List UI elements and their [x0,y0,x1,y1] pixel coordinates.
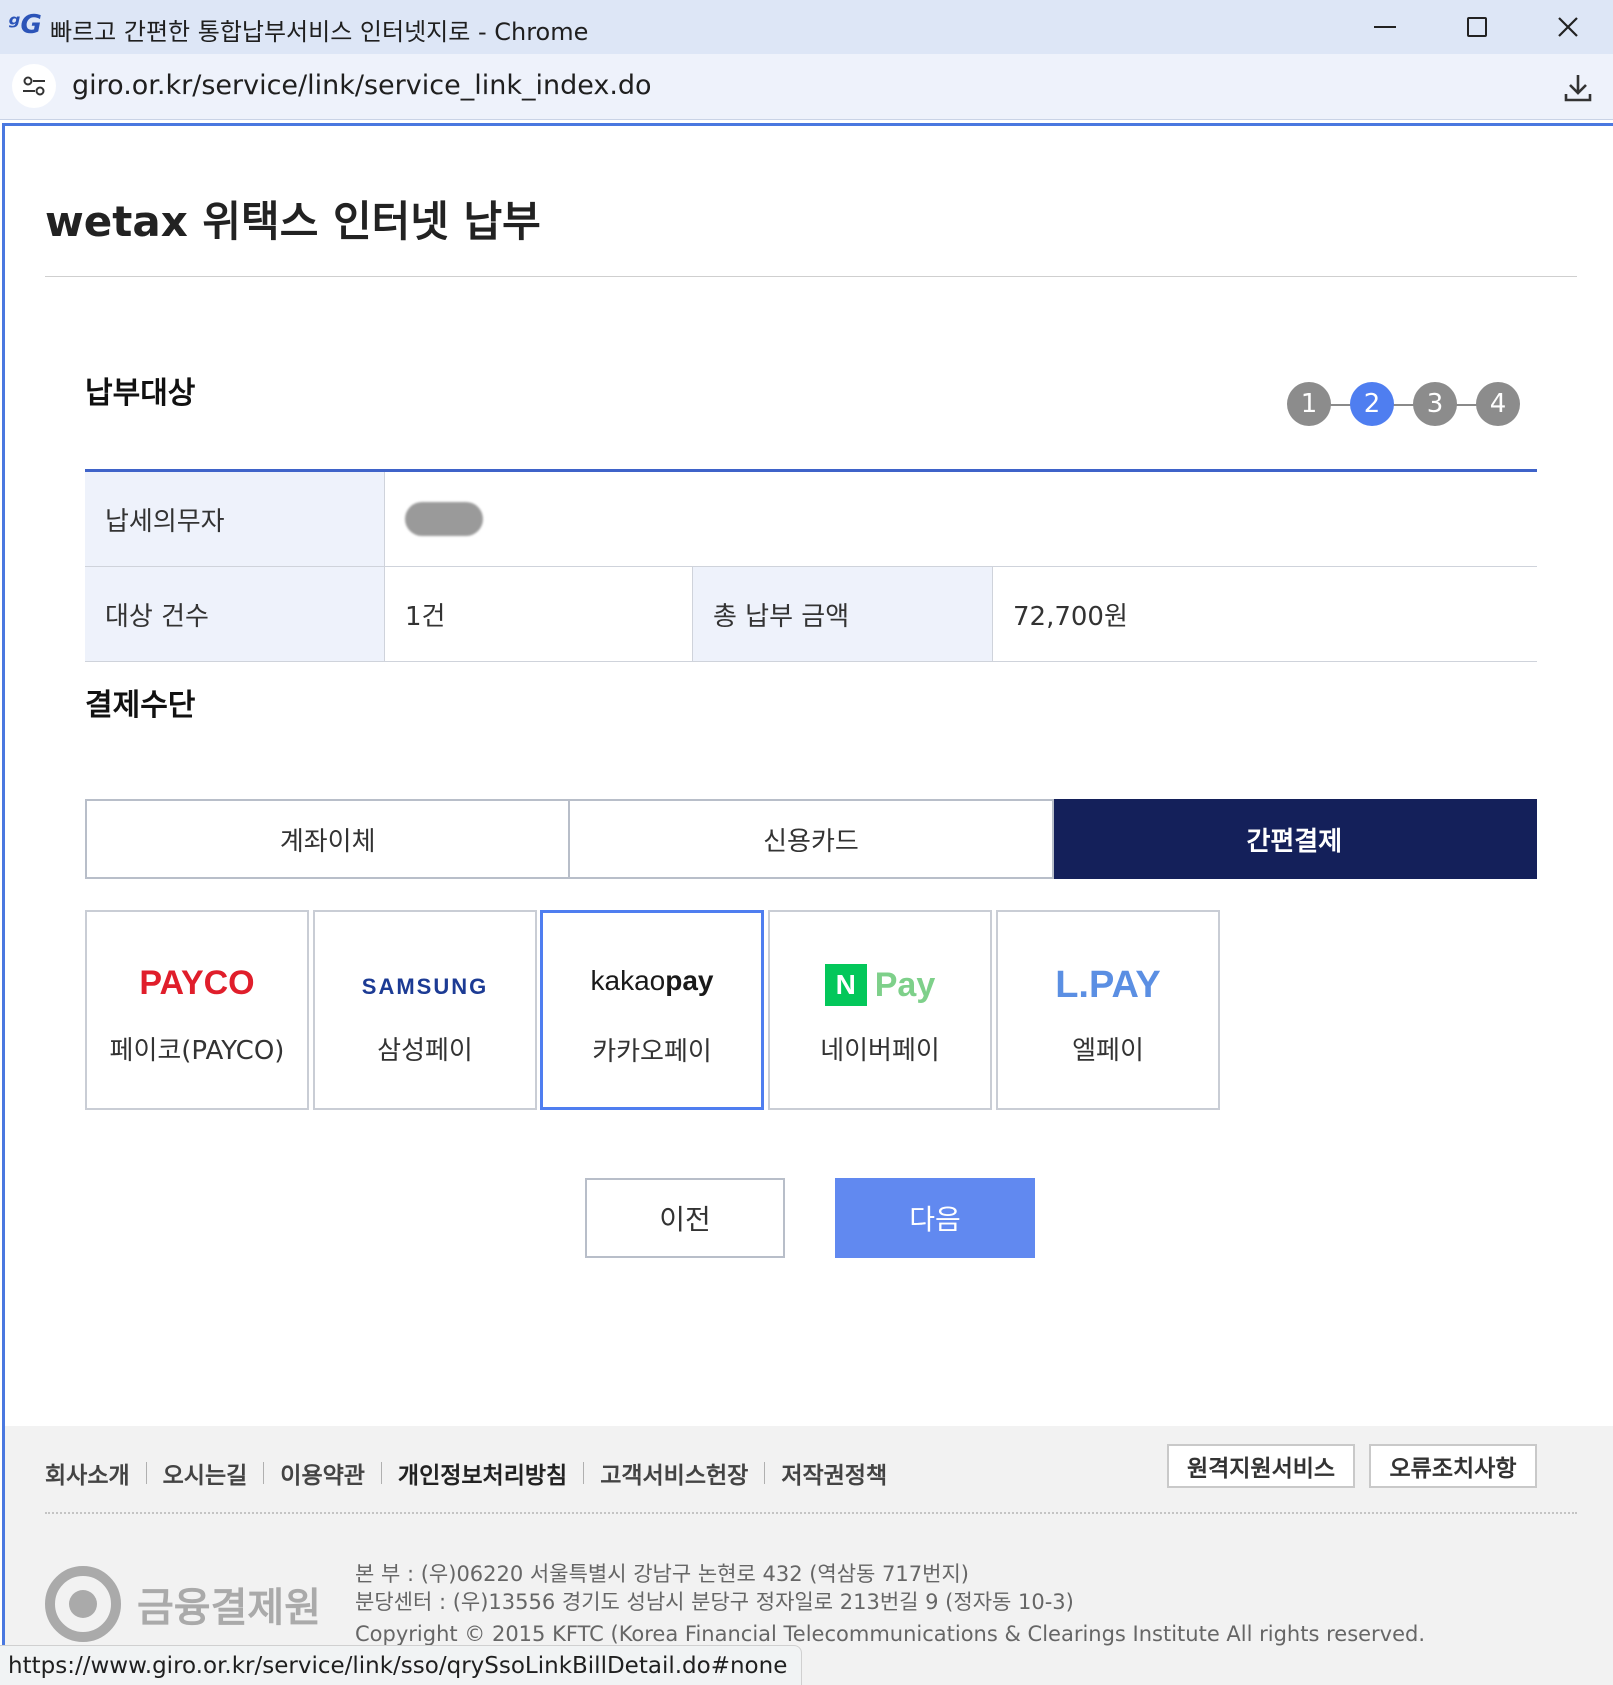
close-icon [1558,17,1578,37]
kakao-pay-label: 카카오페이 [592,1037,712,1067]
giro-favicon-icon: ᵍG [8,10,42,40]
footer-link-terms[interactable]: 이용약관 [264,1456,381,1490]
payment-target-table: 납세의무자 대상 건수 1건 총 납부 금액 72,700원 [85,469,1537,662]
page-title: wetax 위택스 인터넷 납부 [45,197,541,246]
footer-link-privacy[interactable]: 개인정보처리방침 [382,1456,583,1490]
minimize-icon [1374,26,1396,28]
count-label: 대상 건수 [85,567,385,661]
taxpayer-label: 납세의무자 [85,472,385,566]
kftc-org-name: 금융결제원 [137,1585,321,1631]
naver-pay-option[interactable]: N Pay 네이버페이 [768,910,992,1110]
tab-credit-card[interactable]: 신용카드 [570,799,1054,879]
lpay-logo: L.PAY [1055,964,1161,1006]
table-row: 대상 건수 1건 총 납부 금액 72,700원 [85,567,1537,662]
footer-divider [45,1512,1577,1514]
kftc-emblem-icon [45,1566,121,1642]
tab-easy-pay[interactable]: 간편결제 [1053,799,1537,879]
l-pay-label: 엘페이 [1072,1036,1144,1066]
redacted-name [405,502,483,536]
target-section-title: 납부대상 [85,376,196,411]
kakaopay-logo-a: kakao [590,965,666,996]
naver-pay-label: 네이버페이 [820,1036,940,1066]
npay-logo: N Pay [770,964,990,1006]
minimize-button[interactable] [1340,0,1430,54]
samsung-pay-option[interactable]: SAMSUNG 삼성페이 [313,910,537,1110]
remote-support-button[interactable]: 원격지원서비스 [1167,1444,1355,1488]
next-button[interactable]: 다음 [835,1178,1035,1258]
prev-button[interactable]: 이전 [585,1178,785,1258]
l-pay-option[interactable]: L.PAY 엘페이 [996,910,1220,1110]
payment-tabs: 계좌이체 신용카드 간편결제 [85,799,1537,879]
step-3: 3 [1413,382,1457,426]
npay-logo-text: Pay [874,965,936,1004]
window-title: 빠르고 간편한 통합납부서비스 인터넷지로 - Chrome [50,18,589,46]
site-info-button[interactable] [12,64,56,108]
hq-address: 본 부 : (우)06220 서울특별시 강남구 논현로 432 (역삼동 71… [355,1562,969,1586]
total-label: 총 납부 금액 [693,567,993,661]
payco-label: 페이코(PAYCO) [109,1036,285,1066]
naver-n-icon: N [824,964,867,1006]
table-row: 납세의무자 [85,472,1537,567]
step-4: 4 [1476,382,1520,426]
title-divider [45,276,1577,277]
payco-option[interactable]: PAYCO 페이코(PAYCO) [85,910,309,1110]
total-value: 72,700원 [1013,601,1128,632]
kakaopay-logo: kakaopay [543,965,761,997]
kakaopay-logo-b: pay [665,965,714,996]
footer-link-about[interactable]: 회사소개 [45,1456,146,1490]
samsung-logo: SAMSUNG [361,974,489,999]
copyright-text: Copyright © 2015 KFTC (Korea Financial T… [355,1622,1426,1646]
close-button[interactable] [1523,0,1613,54]
step-indicator: 1 2 3 4 [1287,382,1537,428]
count-value: 1건 [385,567,693,661]
footer-link-charter[interactable]: 고객서비스헌장 [584,1456,764,1490]
footer-links: 회사소개 오시는길 이용약관 개인정보처리방침 고객서비스헌장 저작권정책 [45,1456,903,1490]
kakao-pay-option[interactable]: kakaopay 카카오페이 [540,910,764,1110]
address-bar: giro.or.kr/service/link/service_link_ind… [0,54,1613,120]
error-guide-button[interactable]: 오류조치사항 [1369,1444,1537,1488]
step-2: 2 [1350,382,1394,426]
tune-icon [23,76,45,96]
download-button[interactable] [1556,66,1600,110]
status-bar-link: https://www.giro.or.kr/service/link/sso/… [0,1645,803,1685]
bundang-address: 분당센터 : (우)13556 경기도 성남시 분당구 정자일로 213번길 9… [355,1590,1074,1614]
page-content: wetax 위택스 인터넷 납부 납부대상 1 2 3 4 납세의무자 대상 건… [2,123,1613,1685]
footer-link-directions[interactable]: 오시는길 [147,1456,264,1490]
payco-logo: PAYCO [139,964,255,1002]
tab-account-transfer[interactable]: 계좌이체 [85,799,571,879]
url-text[interactable]: giro.or.kr/service/link/service_link_ind… [72,70,652,101]
taxpayer-value [385,472,1537,566]
window-titlebar: ᵍG 빠르고 간편한 통합납부서비스 인터넷지로 - Chrome [0,0,1613,54]
samsung-pay-label: 삼성페이 [377,1036,473,1066]
download-icon [1564,75,1592,102]
payment-section-title: 결제수단 [85,688,196,723]
maximize-button[interactable] [1432,0,1522,54]
footer-link-copyright-policy[interactable]: 저작권정책 [765,1456,903,1490]
kftc-logo: 금융결제원 [45,1566,321,1642]
step-1: 1 [1287,382,1331,426]
maximize-icon [1467,17,1487,37]
